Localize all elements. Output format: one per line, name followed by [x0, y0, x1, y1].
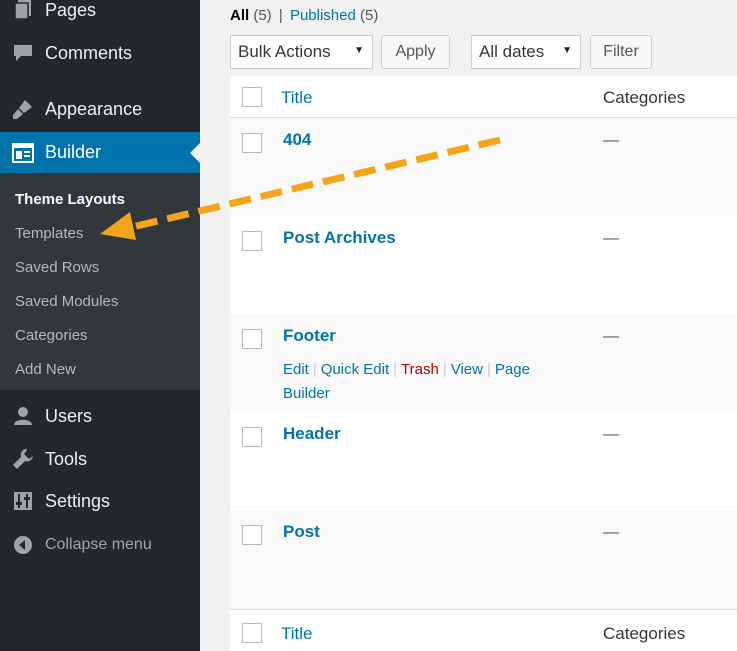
- row-title-link[interactable]: Header: [283, 424, 341, 444]
- menu-label: Pages: [45, 0, 97, 20]
- row-category: —: [603, 426, 619, 443]
- menu-item-users[interactable]: Users: [0, 398, 200, 434]
- table-header: Title Categories: [230, 76, 737, 118]
- row-category: —: [603, 132, 619, 149]
- appearance-brush-icon: [12, 98, 34, 120]
- edit-link[interactable]: Edit: [283, 361, 309, 378]
- table-row: Footer — Edit | Quick Edit | Trash | View | Page…: [230, 314, 737, 412]
- table-row: 404 —: [230, 118, 737, 216]
- row-checkbox[interactable]: [242, 329, 262, 349]
- admin-sidebar: Pages Comments Appearance Builder Theme …: [0, 0, 200, 651]
- filter-button[interactable]: Filter: [590, 35, 652, 69]
- users-icon: [12, 405, 34, 427]
- settings-sliders-icon: [12, 490, 34, 512]
- table-row: Post —: [230, 510, 737, 608]
- menu-label: Builder: [45, 142, 102, 162]
- tools-wrench-icon: [12, 448, 34, 470]
- column-title-footer[interactable]: Title: [281, 624, 313, 644]
- row-category: —: [603, 328, 619, 345]
- table-footer: Title Categories: [230, 609, 737, 651]
- row-checkbox[interactable]: [242, 427, 262, 447]
- filter-separator: |: [278, 7, 283, 24]
- table-row: Post Archives —: [230, 216, 737, 314]
- row-category: —: [603, 524, 619, 541]
- chevron-down-icon: ▼: [562, 45, 572, 56]
- menu-label: Tools: [45, 448, 88, 469]
- row-title-link[interactable]: Post: [283, 522, 320, 542]
- menu-label: Comments: [45, 42, 133, 63]
- menu-item-builder[interactable]: Builder: [0, 132, 200, 173]
- builder-layout-icon: [12, 142, 34, 164]
- menu-item-comments[interactable]: Comments: [0, 35, 200, 71]
- builder-submenu: Theme Layouts Templates Saved Rows Saved…: [0, 173, 200, 390]
- dates-value: All dates: [479, 42, 545, 61]
- submenu-add-new[interactable]: Add New: [15, 361, 76, 378]
- select-all-checkbox-footer[interactable]: [242, 623, 262, 643]
- quick-edit-link[interactable]: Quick Edit: [321, 361, 389, 378]
- bulk-actions-value: Bulk Actions: [238, 42, 331, 61]
- action-separator: |: [393, 361, 398, 378]
- menu-item-pages[interactable]: Pages: [0, 0, 200, 28]
- pages-icon: [12, 0, 34, 21]
- submenu-saved-modules[interactable]: Saved Modules: [15, 293, 118, 310]
- comments-icon: [12, 42, 34, 64]
- row-title-link[interactable]: Post Archives: [283, 228, 396, 248]
- row-checkbox[interactable]: [242, 525, 262, 545]
- collapse-label: Collapse menu: [45, 536, 152, 553]
- collapse-arrow-icon: [12, 534, 34, 556]
- row-actions: Edit | Quick Edit | Trash | View | Page Builder: [283, 358, 563, 406]
- row-checkbox[interactable]: [242, 133, 262, 153]
- trash-link[interactable]: Trash: [401, 361, 439, 378]
- filter-all-count: (5): [253, 7, 272, 24]
- status-filters: All (5) | Published (5): [230, 7, 378, 24]
- table-row: Header —: [230, 412, 737, 510]
- select-all-checkbox[interactable]: [242, 87, 262, 107]
- menu-item-tools[interactable]: Tools: [0, 441, 200, 477]
- view-link[interactable]: View: [451, 361, 483, 378]
- chevron-down-icon: ▼: [354, 45, 364, 56]
- apply-button[interactable]: Apply: [381, 35, 450, 69]
- action-separator: |: [442, 361, 447, 378]
- bulk-actions-select[interactable]: Bulk Actions ▼: [230, 35, 373, 69]
- row-category: —: [603, 230, 619, 247]
- row-title-link[interactable]: 404: [283, 130, 311, 150]
- main-content: All (5) | Published (5) Bulk Actions ▼ A…: [200, 0, 737, 651]
- collapse-menu-button[interactable]: Collapse menu: [0, 527, 200, 563]
- menu-label: Users: [45, 405, 93, 426]
- submenu-templates[interactable]: Templates: [15, 225, 83, 242]
- filter-published[interactable]: Published: [290, 7, 356, 24]
- action-separator: |: [312, 361, 317, 378]
- menu-item-settings[interactable]: Settings: [0, 483, 200, 519]
- filter-all[interactable]: All: [230, 7, 249, 24]
- submenu-theme-layouts[interactable]: Theme Layouts: [15, 191, 125, 208]
- templates-table: Title Categories 404 — Post Archives — F…: [230, 76, 737, 651]
- column-categories: Categories: [603, 88, 686, 107]
- menu-item-appearance[interactable]: Appearance: [0, 91, 200, 127]
- menu-label: Settings: [45, 490, 111, 511]
- row-title-link[interactable]: Footer: [283, 326, 336, 346]
- submenu-saved-rows[interactable]: Saved Rows: [15, 259, 99, 276]
- submenu-categories[interactable]: Categories: [15, 327, 88, 344]
- dates-select[interactable]: All dates ▼: [471, 35, 581, 69]
- menu-label: Appearance: [45, 98, 143, 119]
- filter-published-count: (5): [360, 7, 379, 24]
- column-categories-footer: Categories: [603, 624, 686, 643]
- column-title[interactable]: Title: [281, 88, 313, 108]
- action-separator: |: [486, 361, 491, 378]
- row-checkbox[interactable]: [242, 231, 262, 251]
- active-indicator: [190, 142, 200, 163]
